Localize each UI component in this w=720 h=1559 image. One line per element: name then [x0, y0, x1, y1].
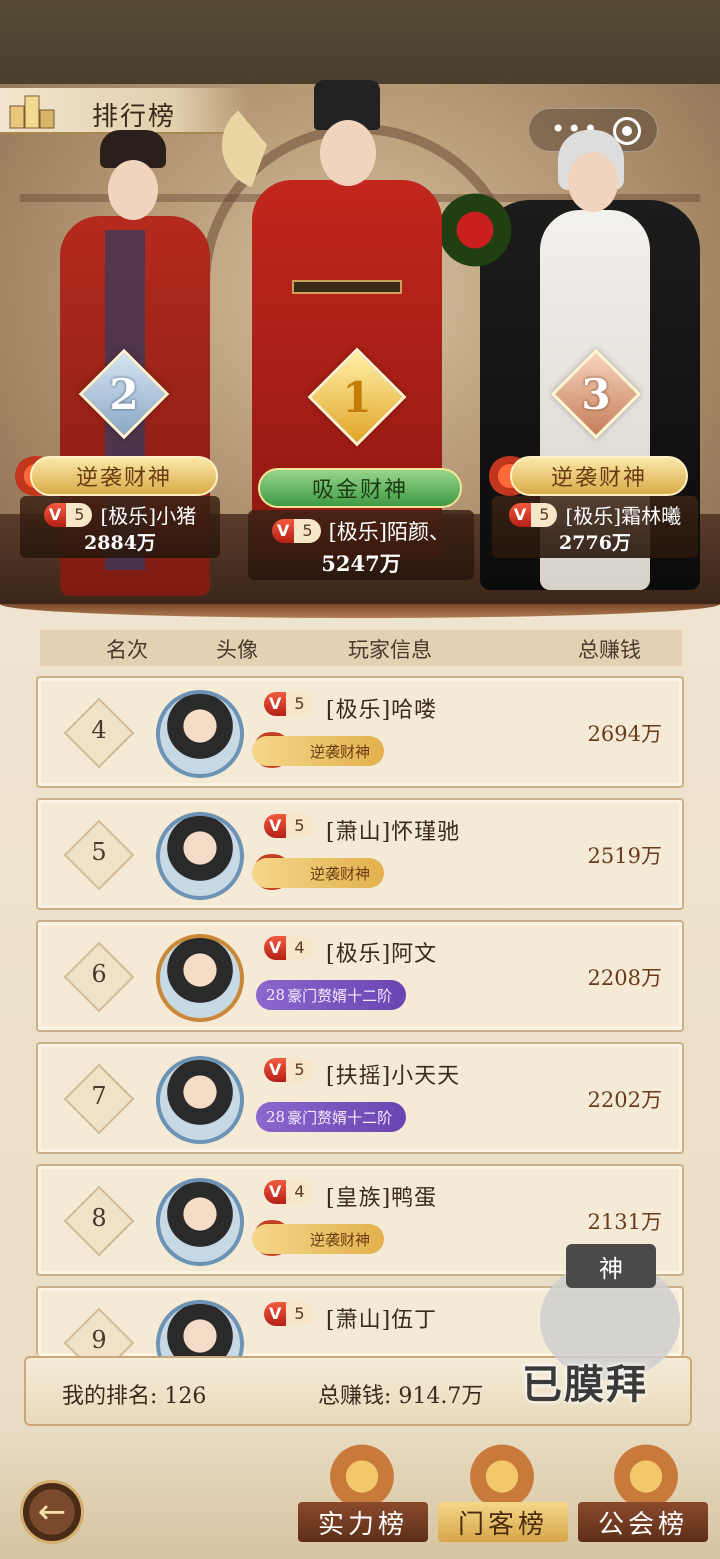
rank-2-nameplate: V5 [极乐]小猪 2884万: [20, 496, 220, 558]
player-name: [极乐]陌颜、: [328, 520, 450, 544]
table-row[interactable]: 4 V5 [极乐]哈喽 逆袭财神 2694万: [36, 676, 684, 788]
table-row[interactable]: 6 V4 [极乐]阿文 28 豪门赘婿十二阶 2208万: [36, 920, 684, 1032]
vip-badge: V5: [272, 519, 321, 543]
page-title: 排行榜: [92, 102, 177, 132]
tab-strength[interactable]: 实力榜: [298, 1502, 428, 1542]
avatar[interactable]: [156, 1178, 244, 1266]
vip-badge: V4: [264, 1180, 313, 1204]
guild-tab-icon[interactable]: [610, 1438, 682, 1508]
vip-badge: V5: [264, 1058, 313, 1082]
row-rank: 6: [91, 960, 107, 988]
my-money: 总赚钱: 914.7万: [318, 1384, 484, 1409]
header-info: 玩家信息: [348, 638, 432, 662]
row-money: 2131万: [587, 1210, 662, 1234]
bottom-tabbar: ← 实力榜 门客榜 公会榜: [0, 1430, 720, 1559]
guest-tab-icon[interactable]: [466, 1438, 538, 1508]
player-name: [极乐]哈喽: [326, 698, 438, 723]
player-name: [极乐]小猪: [100, 504, 197, 528]
vip-badge: V5: [264, 814, 313, 838]
title-chip: 逆袭财神: [252, 736, 385, 766]
ranking-title-tab: 排行榜: [0, 88, 250, 134]
vip-badge: V5: [508, 502, 558, 527]
player-name: [极乐]阿文: [326, 942, 438, 967]
player-money: 5247万: [321, 551, 401, 576]
vip-badge: V5: [264, 692, 313, 716]
title-chip: 28 豪门赘婿十二阶: [256, 980, 407, 1010]
vip-badge: V4: [264, 936, 313, 960]
table-header: 名次 头像 玩家信息 总赚钱: [40, 630, 682, 666]
avatar[interactable]: [156, 934, 244, 1022]
rank-1-nameplate: V5 [极乐]陌颜、 5247万: [248, 510, 474, 580]
table-row[interactable]: 5 V5 [萧山]怀瑾驰 逆袭财神 2519万: [36, 798, 684, 910]
player-name: [扶摇]小天天: [326, 1064, 461, 1089]
row-rank: 9: [91, 1326, 107, 1354]
title-level: 28: [266, 986, 286, 1004]
top-status-bar: [0, 0, 720, 84]
rank-3-title: 逆袭财神: [510, 456, 688, 496]
row-money: 2694万: [587, 722, 662, 746]
player-name: [萧山]伍丁: [326, 1308, 438, 1333]
avatar[interactable]: [156, 812, 244, 900]
row-money: 2202万: [587, 1088, 662, 1112]
tab-guest[interactable]: 门客榜: [438, 1502, 568, 1542]
strength-tab-icon[interactable]: [326, 1438, 398, 1508]
avatar[interactable]: [156, 1300, 244, 1356]
player-money: 2884万: [84, 532, 156, 554]
row-rank: 7: [91, 1082, 107, 1110]
row-rank: 8: [91, 1204, 107, 1232]
player-name: [皇族]鸭蛋: [326, 1186, 438, 1211]
player-name: [极乐]霜林曦: [565, 504, 682, 528]
header-avatar: 头像: [216, 638, 258, 662]
back-arrow-icon[interactable]: ←: [20, 1480, 84, 1544]
title-chip: 28 豪门赘婿十二阶: [256, 1102, 407, 1132]
avatar[interactable]: [156, 1056, 244, 1144]
my-rank: 我的排名: 126: [62, 1384, 207, 1409]
header-money: 总赚钱: [578, 638, 641, 662]
rank-1-title: 吸金财神: [258, 468, 462, 508]
title-chip: 逆袭财神: [252, 1224, 385, 1254]
vip-badge: V5: [264, 1302, 313, 1326]
header-rank: 名次: [106, 638, 148, 662]
player-name: [萧山]怀瑾驰: [326, 820, 461, 845]
title-level: 28: [266, 1108, 286, 1126]
worship-button[interactable]: 神 已膜拜: [520, 1240, 700, 1420]
worship-stamp: 已膜拜: [522, 1361, 648, 1408]
tab-guild[interactable]: 公会榜: [578, 1502, 708, 1542]
rank-3-nameplate: V5 [极乐]霜林曦 2776万: [492, 496, 698, 558]
table-row[interactable]: 7 V5 [扶摇]小天天 28 豪门赘婿十二阶 2202万: [36, 1042, 684, 1154]
title-chip: 逆袭财神: [252, 858, 385, 888]
row-money: 2519万: [587, 844, 662, 868]
row-rank: 4: [91, 716, 107, 744]
vip-badge: V5: [43, 502, 93, 527]
player-money: 2776万: [559, 532, 631, 554]
ranking-icon: [9, 95, 55, 129]
rank-2-title: 逆袭财神: [30, 456, 218, 496]
worship-badge: 神: [566, 1244, 656, 1288]
row-rank: 5: [91, 838, 107, 866]
row-money: 2208万: [587, 966, 662, 990]
avatar[interactable]: [156, 690, 244, 778]
